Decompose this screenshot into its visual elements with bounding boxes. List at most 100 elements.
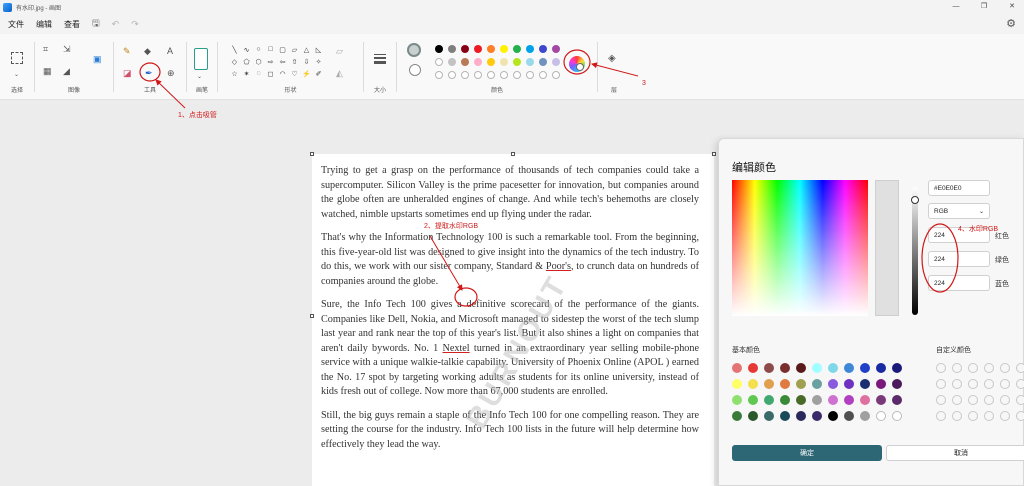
rotate-icon[interactable]: ◢ [63,66,70,76]
select-rect-icon[interactable] [11,52,23,64]
edit-colors-icon[interactable] [569,56,585,72]
basic-color-swatch[interactable] [780,411,790,421]
custom-color-swatch[interactable] [952,411,962,421]
oval-shape-icon[interactable]: ○ [254,46,263,53]
star-shape-icon[interactable]: ☆ [230,70,239,78]
custom-color-swatch[interactable] [952,395,962,405]
basic-color-swatch[interactable] [828,395,838,405]
callout-round-shape-icon[interactable]: ◌ [254,70,263,77]
basic-color-swatch[interactable] [812,379,822,389]
color-spectrum[interactable] [732,180,868,316]
palette-swatch[interactable] [448,71,456,79]
basic-color-swatch[interactable] [828,411,838,421]
luminance-slider[interactable] [912,187,918,315]
basic-color-swatch[interactable] [844,395,854,405]
palette-swatch[interactable] [487,71,495,79]
basic-color-swatch[interactable] [892,395,902,405]
custom-color-swatch[interactable] [1000,379,1010,389]
basic-color-swatch[interactable] [892,411,902,421]
basic-color-swatch[interactable] [828,363,838,373]
pentagon-shape-icon[interactable]: ⬠ [242,58,251,66]
basic-color-swatch[interactable] [764,395,774,405]
basic-color-swatch[interactable] [844,379,854,389]
basic-color-swatch[interactable] [796,379,806,389]
text-icon[interactable]: A [167,46,173,56]
palette-swatch[interactable] [435,71,443,79]
pencil-icon[interactable]: ✎ [123,46,131,56]
custom-color-swatch[interactable] [936,395,946,405]
palette-swatch[interactable] [526,58,534,66]
curve-shape-icon[interactable]: ∿ [242,46,251,54]
custom-color-swatch[interactable] [1000,411,1010,421]
image-select-icon[interactable]: ▣ [93,54,102,64]
basic-color-swatch[interactable] [828,379,838,389]
resize-handle[interactable] [310,152,314,156]
palette-swatch[interactable] [513,45,521,53]
basic-color-swatch[interactable] [780,363,790,373]
four-star-shape-icon[interactable]: ✧ [314,58,323,66]
left-arrow-shape-icon[interactable]: ⇦ [278,58,287,66]
color-mode-select[interactable]: RGB ⌄ [928,203,990,219]
minimize-button[interactable]: — [944,0,968,12]
custom-color-swatch[interactable] [984,395,994,405]
callout-cloud-shape-icon[interactable]: ◠ [278,70,287,78]
basic-color-swatch[interactable] [780,379,790,389]
palette-swatch[interactable] [461,45,469,53]
select-dropdown-icon[interactable]: ⌄ [14,70,19,80]
palette-swatch[interactable] [500,45,508,53]
custom-color-swatch[interactable] [968,363,978,373]
custom-color-swatch[interactable] [968,411,978,421]
hexagon-shape-icon[interactable]: ⬡ [254,58,263,66]
basic-color-swatch[interactable] [860,379,870,389]
redo-icon[interactable]: ↷ [131,19,139,30]
basic-color-swatch[interactable] [764,363,774,373]
magnifier-icon[interactable]: ⊕ [167,68,175,78]
custom-color-swatch[interactable] [952,363,962,373]
save-icon[interactable]: 🖫 [92,16,100,32]
palette-swatch[interactable] [461,71,469,79]
image-canvas[interactable]: Trying to get a grasp on the performance… [312,154,714,486]
polygon-shape-icon[interactable]: ▱ [290,46,299,54]
palette-swatch[interactable] [448,58,456,66]
basic-color-swatch[interactable] [732,395,742,405]
custom-color-swatch[interactable] [952,379,962,389]
fill-icon[interactable]: ◭ [336,68,343,78]
palette-swatch[interactable] [552,71,560,79]
palette-swatch[interactable] [539,45,547,53]
custom-color-swatch[interactable] [984,411,994,421]
custom-color-swatch[interactable] [1000,395,1010,405]
basic-color-swatch[interactable] [860,363,870,373]
basic-color-swatch[interactable] [812,395,822,405]
palette-swatch[interactable] [552,45,560,53]
custom-color-swatch[interactable] [1000,363,1010,373]
basic-color-swatch[interactable] [812,411,822,421]
down-arrow-shape-icon[interactable]: ⇩ [302,58,311,66]
settings-gear-icon[interactable]: ⚙ [1006,17,1016,30]
custom-color-swatch[interactable] [936,363,946,373]
palette-swatch[interactable] [487,45,495,53]
custom-color-swatch[interactable] [936,379,946,389]
menu-file[interactable]: 文件 [2,19,30,30]
custom-color-swatch[interactable] [968,395,978,405]
basic-color-swatch[interactable] [748,379,758,389]
hex-input[interactable]: #E0E0E0 [928,180,990,196]
custom-color-swatch[interactable] [968,379,978,389]
custom-color-swatch[interactable] [984,363,994,373]
palette-swatch[interactable] [474,45,482,53]
basic-color-swatch[interactable] [732,379,742,389]
ok-button[interactable]: 确定 [732,445,882,461]
resize-handle[interactable] [310,314,314,318]
basic-color-swatch[interactable] [892,363,902,373]
palette-swatch[interactable] [435,58,443,66]
palette-swatch[interactable] [539,58,547,66]
basic-color-swatch[interactable] [732,363,742,373]
palette-swatch[interactable] [513,71,521,79]
custom-color-swatch[interactable] [936,411,946,421]
green-input[interactable]: 224 [928,251,990,267]
resize-handle[interactable] [511,152,515,156]
basic-color-swatch[interactable] [748,363,758,373]
basic-color-swatch[interactable] [732,411,742,421]
palette-swatch[interactable] [552,58,560,66]
fill-bucket-icon[interactable]: ◆ [144,46,151,56]
menu-edit[interactable]: 编辑 [30,19,58,30]
